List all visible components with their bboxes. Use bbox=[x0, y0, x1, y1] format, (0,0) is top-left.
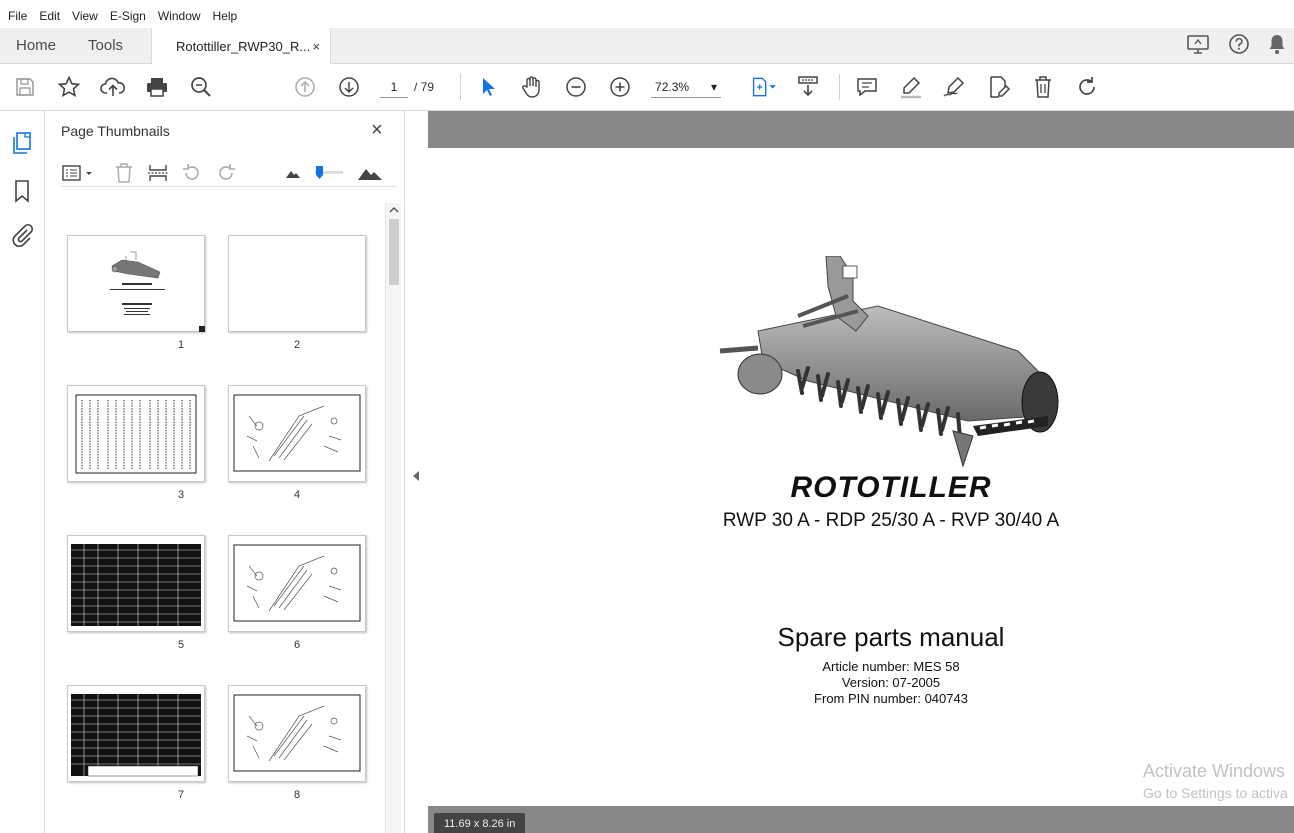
thumbnail-page-number: 8 bbox=[293, 789, 301, 801]
activate-windows-watermark: Activate Windows bbox=[1143, 761, 1286, 781]
scroll-mode-icon[interactable] bbox=[795, 74, 821, 100]
zoom-out-icon[interactable] bbox=[563, 74, 589, 100]
page-thumbnail[interactable] bbox=[67, 535, 205, 632]
page-size-indicator: 11.69 x 8.26 in bbox=[434, 813, 526, 833]
thumbnail-toolbar bbox=[61, 159, 397, 187]
header-right-icons bbox=[1186, 28, 1294, 63]
tab-bar: Home Tools Rotottiller_RWP30_R... × bbox=[0, 28, 1294, 65]
page-thumbnail[interactable] bbox=[228, 685, 366, 782]
thumbnail-list: 1 2 3 4 5 6 7 8 bbox=[45, 203, 385, 833]
thumbnail-resize-handle[interactable] bbox=[199, 326, 205, 332]
tab-tools[interactable]: Tools bbox=[72, 28, 139, 63]
document-manual-heading: Spare parts manual bbox=[777, 622, 1005, 652]
bookmark-star-icon[interactable] bbox=[56, 74, 82, 100]
page-thumbnail[interactable] bbox=[228, 235, 366, 332]
menu-esign[interactable]: E-Sign bbox=[110, 9, 146, 23]
thumbnail-page-number: 2 bbox=[293, 339, 301, 351]
edit-document-icon[interactable] bbox=[986, 74, 1012, 100]
version-text: Version: 07-2005 bbox=[841, 675, 941, 690]
close-tab-icon[interactable]: × bbox=[312, 39, 320, 54]
panel-splitter[interactable] bbox=[405, 111, 428, 833]
thumbnail-small-mountain-icon[interactable] bbox=[285, 167, 301, 179]
document-title: ROTOTILLER bbox=[790, 471, 992, 504]
page-thumbnail[interactable] bbox=[67, 385, 205, 482]
tab-home[interactable]: Home bbox=[0, 28, 72, 63]
document-viewer: ROTOTILLER RWP 30 A - RDP 25/30 A - RVP … bbox=[428, 111, 1294, 833]
zoom-value: 72.3% bbox=[655, 80, 690, 94]
rotate-right-icon[interactable] bbox=[215, 162, 237, 184]
menu-edit[interactable]: Edit bbox=[39, 9, 60, 23]
scrollbar-thumb[interactable] bbox=[389, 219, 399, 285]
save-icon[interactable] bbox=[12, 74, 38, 100]
menu-file[interactable]: File bbox=[8, 9, 27, 23]
document-models: RWP 30 A - RDP 25/30 A - RVP 30/40 A bbox=[722, 510, 1060, 531]
page-thumbnail[interactable] bbox=[228, 535, 366, 632]
draw-sign-icon[interactable] bbox=[942, 74, 968, 100]
menu-bar: File Edit View E-Sign Window Help bbox=[0, 0, 1294, 28]
zoom-search-icon[interactable] bbox=[188, 74, 214, 100]
thumbnail-scrollbar[interactable] bbox=[385, 203, 401, 833]
highlight-pen-icon[interactable] bbox=[898, 74, 924, 100]
page-thumbnails-panel: Page Thumbnails × 1 2 3 4 5 6 7 8 bbox=[45, 111, 405, 833]
scroll-up-icon[interactable] bbox=[389, 206, 399, 214]
bookmarks-icon[interactable] bbox=[10, 179, 34, 203]
thumbnail-page-number: 4 bbox=[293, 489, 301, 501]
toolbar-divider-2 bbox=[839, 74, 841, 100]
print-icon[interactable] bbox=[144, 74, 170, 100]
notifications-bell-icon[interactable] bbox=[1268, 33, 1286, 58]
tab-document[interactable]: Rotottiller_RWP30_R... × bbox=[151, 28, 332, 65]
activate-windows-subtext: Go to Settings to activa bbox=[1143, 785, 1288, 801]
page-thumbnail[interactable] bbox=[228, 385, 366, 482]
hand-tool-icon[interactable] bbox=[519, 74, 545, 100]
thumbnail-page-number: 6 bbox=[293, 639, 301, 651]
page-number-input[interactable]: 1 bbox=[380, 76, 408, 98]
zoom-level-select[interactable]: 72.3% ▾ bbox=[651, 76, 722, 98]
panel-title: Page Thumbnails bbox=[61, 123, 170, 139]
menu-view[interactable]: View bbox=[72, 9, 98, 23]
pin-number: From PIN number: 040743 bbox=[814, 691, 968, 706]
chevron-down-icon: ▾ bbox=[710, 80, 718, 94]
thumbnail-large-mountain-icon[interactable] bbox=[357, 165, 383, 181]
toolbar-divider bbox=[460, 74, 462, 100]
fit-page-icon[interactable] bbox=[751, 74, 777, 100]
thumbnail-size-slider[interactable] bbox=[313, 165, 345, 181]
left-navigation-rail bbox=[0, 111, 45, 833]
next-page-icon[interactable] bbox=[336, 74, 362, 100]
page-total: / 79 bbox=[414, 80, 435, 94]
upload-cloud-icon[interactable] bbox=[100, 74, 126, 100]
document-tab-label: Rotottiller_RWP30_R... bbox=[176, 39, 311, 54]
menu-help[interactable]: Help bbox=[213, 9, 238, 23]
help-icon[interactable] bbox=[1228, 33, 1250, 58]
options-menu-icon[interactable] bbox=[61, 163, 95, 183]
zoom-in-icon[interactable] bbox=[607, 74, 633, 100]
collapse-panel-icon[interactable] bbox=[413, 471, 419, 481]
page-thumbnail[interactable] bbox=[67, 685, 205, 782]
delete-trash-icon[interactable] bbox=[1030, 74, 1056, 100]
page-thumbnails-icon[interactable] bbox=[10, 131, 34, 155]
rotate-left-icon[interactable] bbox=[181, 162, 203, 184]
menu-window[interactable]: Window bbox=[158, 9, 201, 23]
attachments-paperclip-icon[interactable] bbox=[10, 223, 34, 247]
share-screen-icon[interactable] bbox=[1186, 33, 1210, 58]
main-toolbar: 1 / 79 72.3% ▾ bbox=[0, 64, 1294, 111]
select-cursor-icon[interactable] bbox=[475, 74, 501, 100]
rotate-icon[interactable] bbox=[1074, 74, 1100, 100]
pdf-page: ROTOTILLER RWP 30 A - RDP 25/30 A - RVP … bbox=[428, 148, 1294, 806]
page-thumbnail[interactable] bbox=[67, 235, 205, 332]
article-number: Article number: MES 58 bbox=[822, 659, 960, 674]
comment-icon[interactable] bbox=[854, 74, 880, 100]
rototiller-illustration bbox=[719, 256, 1059, 468]
delete-page-icon[interactable] bbox=[113, 162, 135, 184]
close-panel-icon[interactable]: × bbox=[371, 119, 383, 142]
extract-pages-icon[interactable] bbox=[147, 162, 169, 184]
previous-page-icon[interactable] bbox=[292, 74, 318, 100]
